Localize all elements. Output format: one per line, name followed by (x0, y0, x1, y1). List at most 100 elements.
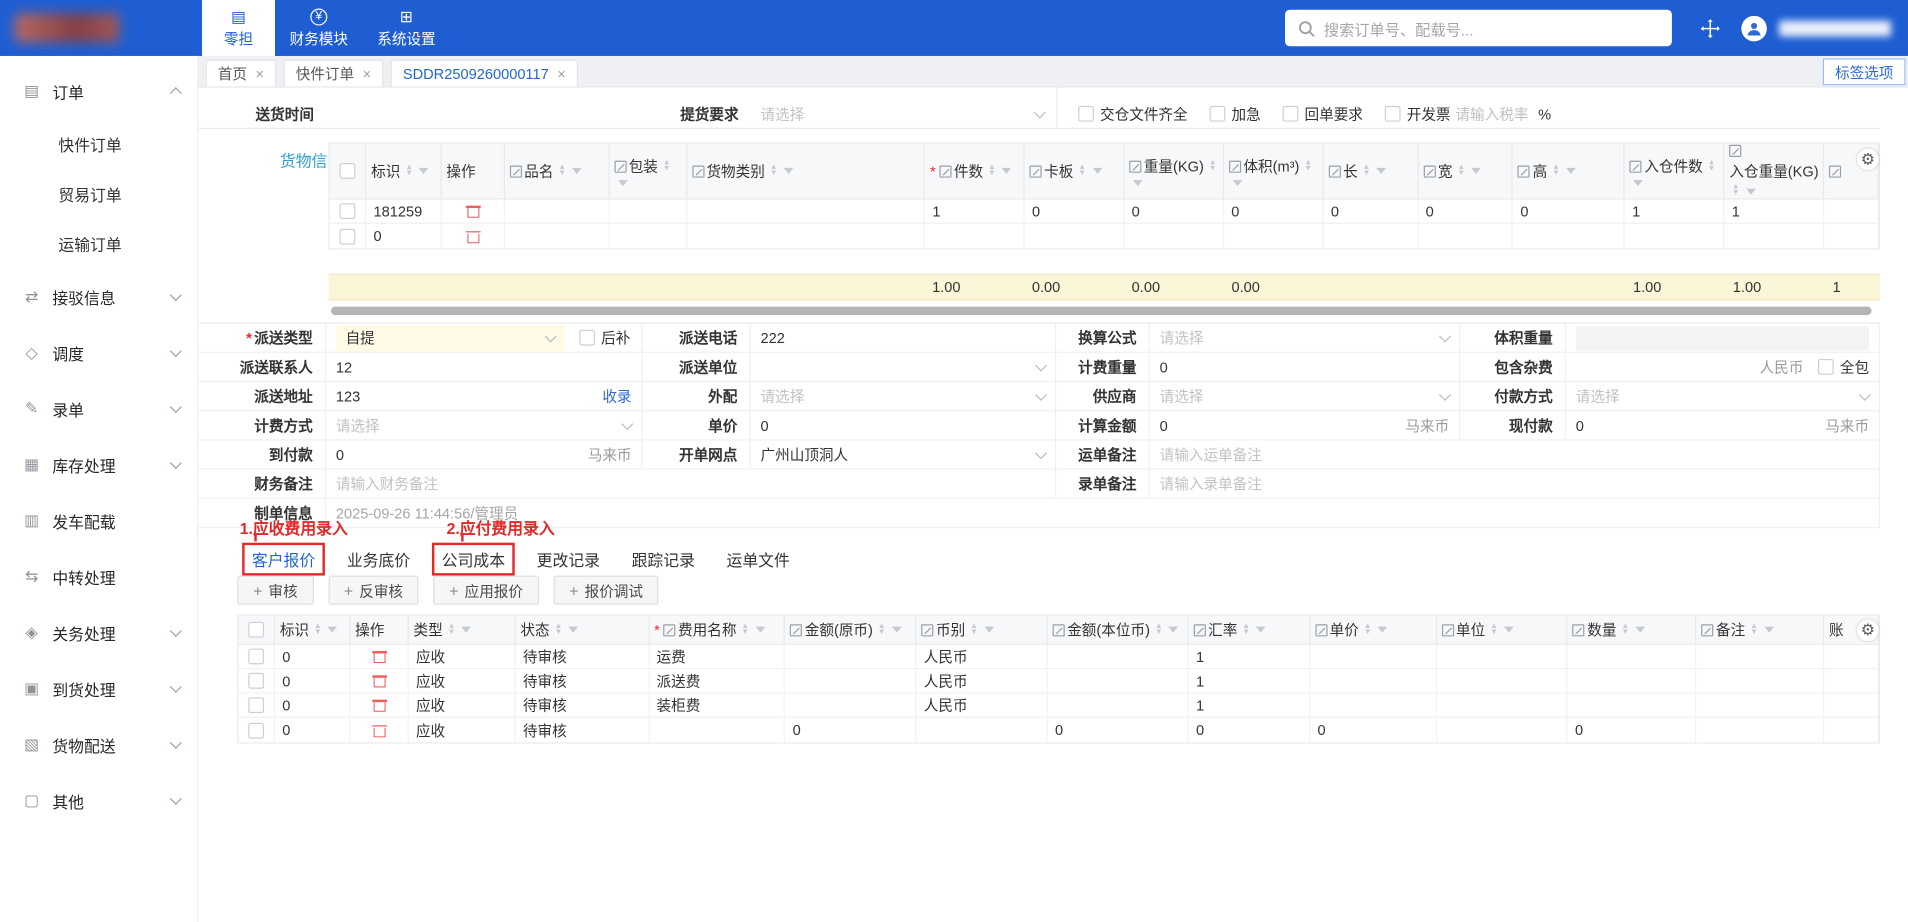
pay-method-select[interactable]: 请选择 (1566, 382, 1880, 411)
row-checkbox[interactable] (339, 203, 355, 219)
column-header[interactable]: 汇率▲▼ (1189, 616, 1310, 644)
fee-tab-业务底价[interactable]: 业务底价 (347, 543, 410, 573)
tax-rate-input[interactable]: 请输入税率 (1455, 103, 1528, 124)
nav-module-财务模块[interactable]: ¥财务模块 (275, 0, 363, 56)
close-icon[interactable]: × (256, 65, 265, 82)
flag-checkbox-交仓文件齐全[interactable]: 交仓文件齐全 (1078, 103, 1188, 124)
sidebar-item-中转处理[interactable]: ⇆中转处理 (0, 549, 197, 605)
sort-icon[interactable]: ▲▼ (1078, 165, 1086, 177)
fee-tab-更改记录[interactable]: 更改记录 (537, 543, 600, 573)
sidebar-item-到货处理[interactable]: ▣到货处理 (0, 661, 197, 717)
应用报价-button[interactable]: +应用报价 (433, 576, 538, 605)
cash-pay-field[interactable]: 0马来币 (1566, 411, 1880, 440)
finance-remark-input[interactable]: 请输入财务备注 (326, 470, 1056, 499)
column-header[interactable]: 金额(本位币)▲▼ (1048, 616, 1189, 644)
column-header[interactable]: 包装▲▼ (609, 144, 687, 199)
quanbao-checkbox[interactable]: 全包 (1818, 357, 1869, 378)
filter-icon[interactable] (1633, 180, 1643, 186)
sidebar-subitem-运输订单[interactable]: 运输订单 (0, 219, 197, 269)
column-header[interactable]: 类型▲▼ (409, 616, 516, 644)
conversion-formula-select[interactable]: 请选择 (1150, 324, 1460, 353)
column-header[interactable]: 单位▲▼ (1437, 616, 1568, 644)
outsource-select[interactable]: 请选择 (751, 382, 1056, 411)
filter-icon[interactable] (568, 627, 578, 633)
column-header[interactable]: 操作 (350, 616, 408, 644)
sort-icon[interactable]: ▲▼ (988, 165, 996, 177)
houbu-checkbox[interactable]: 后补 (579, 327, 630, 348)
table-row[interactable]: 0应收待审核00000 (239, 718, 1879, 742)
trash-icon[interactable] (372, 723, 385, 736)
sort-icon[interactable]: ▲▼ (741, 624, 749, 636)
filter-icon[interactable] (1002, 168, 1012, 174)
trash-icon[interactable] (372, 674, 385, 687)
shoulu-link[interactable]: 收录 (602, 386, 631, 407)
table-row[interactable]: 0应收待审核装柜费人民币1 (239, 694, 1879, 718)
sort-icon[interactable]: ▲▼ (663, 160, 671, 172)
filter-icon[interactable] (755, 627, 765, 633)
page-tab[interactable]: 首页× (206, 60, 277, 87)
sidebar-item-库存处理[interactable]: ▦库存处理 (0, 437, 197, 493)
row-checkbox[interactable] (248, 722, 264, 738)
报价调试-button[interactable]: +报价调试 (553, 576, 658, 605)
sort-icon[interactable]: ▲▼ (405, 165, 413, 177)
horizontal-scrollbar[interactable] (331, 307, 1872, 316)
filter-icon[interactable] (1133, 180, 1143, 186)
filter-icon[interactable] (1376, 168, 1386, 174)
filter-icon[interactable] (1566, 168, 1576, 174)
filter-icon[interactable] (784, 168, 794, 174)
move-icon[interactable] (1699, 16, 1722, 39)
waybill-remark-input[interactable]: 请输入运单备注 (1150, 440, 1880, 469)
sort-icon[interactable]: ▲▼ (314, 624, 322, 636)
entry-remark-input[interactable]: 请输入录单备注 (1150, 470, 1880, 499)
column-header[interactable]: 标识▲▼ (366, 144, 441, 199)
sidebar-subitem-快件订单[interactable]: 快件订单 (0, 119, 197, 169)
pickup-req-select[interactable]: 请选择 (751, 99, 1056, 128)
sort-icon[interactable]: ▲▼ (1364, 624, 1372, 636)
filter-icon[interactable] (1471, 168, 1481, 174)
反审核-button[interactable]: +反审核 (328, 576, 419, 605)
column-header[interactable]: 入仓重量(KG)▲▼ (1725, 144, 1825, 199)
row-checkbox[interactable] (248, 673, 264, 689)
sort-icon[interactable]: ▲▼ (1209, 160, 1217, 172)
column-header[interactable] (330, 144, 366, 199)
filter-icon[interactable] (1092, 168, 1102, 174)
select-all-checkbox[interactable] (248, 622, 264, 638)
flag-checkbox-加急[interactable]: 加急 (1210, 103, 1261, 124)
sort-icon[interactable]: ▲▼ (558, 165, 566, 177)
column-header[interactable]: *费用名称▲▼ (649, 616, 785, 644)
filter-icon[interactable] (1764, 627, 1774, 633)
trash-icon[interactable] (372, 698, 385, 711)
sidebar-item-录单[interactable]: ✎录单 (0, 381, 197, 437)
fee-tab-公司成本[interactable]: 公司成本 (432, 542, 515, 575)
column-header[interactable]: 单价▲▼ (1310, 616, 1436, 644)
sort-icon[interactable]: ▲▼ (1304, 160, 1312, 172)
nav-module-零担[interactable]: ▤零担 (202, 0, 275, 56)
tag-options-button[interactable]: 标签选项 (1823, 58, 1906, 85)
filter-icon[interactable] (1635, 627, 1645, 633)
filter-icon[interactable] (1378, 627, 1388, 633)
global-search-input[interactable]: 搜索订单号、配载号... (1285, 10, 1672, 47)
filter-icon[interactable] (1232, 180, 1242, 186)
delivery-time-input[interactable] (326, 99, 642, 128)
sort-icon[interactable]: ▲▼ (448, 624, 456, 636)
row-checkbox[interactable] (248, 649, 264, 665)
sort-icon[interactable]: ▲▼ (1708, 160, 1716, 172)
sidebar-item-接驳信息[interactable]: ⇄接驳信息 (0, 269, 197, 325)
dispatch-phone-value[interactable]: 222 (751, 324, 1056, 353)
cargo-column-settings-gear-icon[interactable]: ⚙ (1857, 148, 1879, 170)
dispatch-type-select[interactable]: 自提 (336, 324, 565, 351)
column-header[interactable] (239, 616, 275, 644)
column-header[interactable]: 货物类别▲▼ (687, 144, 925, 199)
page-tab[interactable]: SDDR2509260000117× (391, 60, 578, 87)
column-header[interactable]: 重量(KG)▲▼ (1124, 144, 1224, 199)
unit-price-value[interactable]: 0 (751, 411, 1056, 440)
审核-button[interactable]: +审核 (237, 576, 313, 605)
sort-icon[interactable]: ▲▼ (1457, 165, 1465, 177)
sidebar-item-订单[interactable]: ▤订单 (0, 63, 197, 119)
table-row[interactable]: 181259100000011 (330, 200, 1879, 224)
column-header[interactable]: 操作 (442, 144, 505, 199)
sort-icon[interactable]: ▲▼ (1750, 624, 1758, 636)
billing-branch-select[interactable]: 广州山顶洞人 (751, 440, 1056, 469)
dispatch-address-field[interactable]: 123收录 (326, 382, 642, 411)
user-avatar[interactable] (1741, 15, 1767, 41)
